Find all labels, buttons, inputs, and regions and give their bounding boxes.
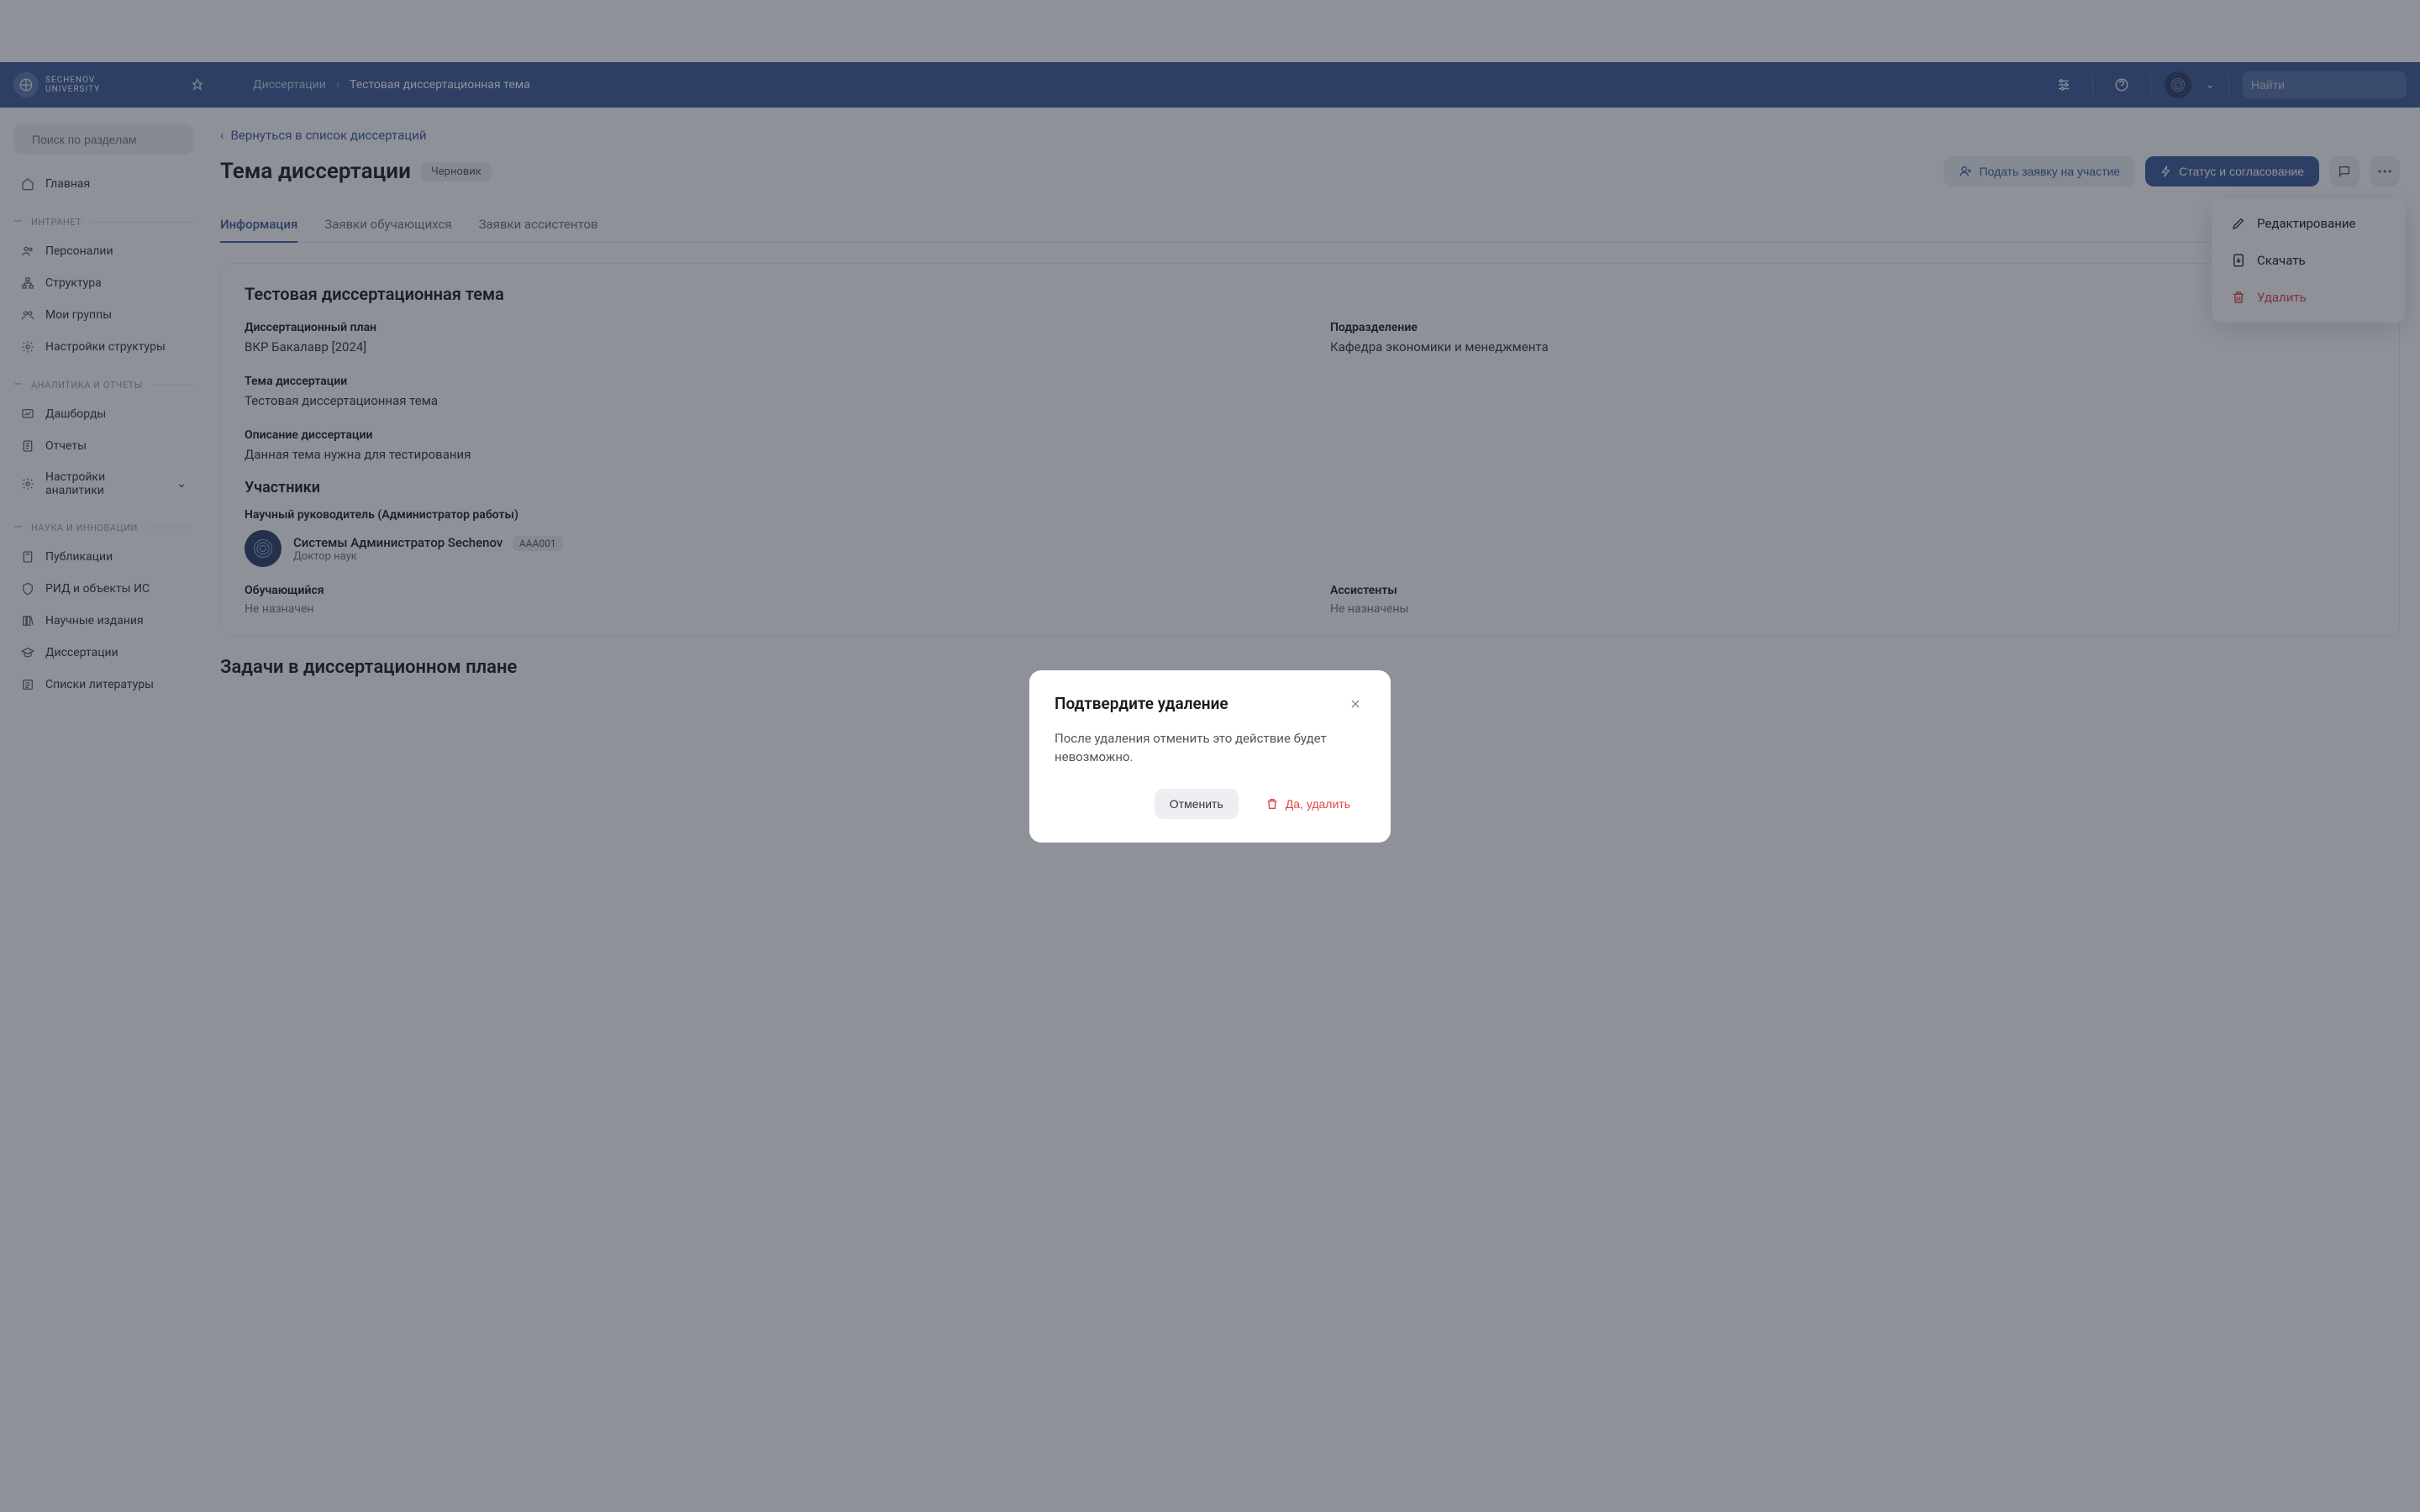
- confirm-delete-button[interactable]: Да, удалить: [1250, 789, 1365, 819]
- close-icon[interactable]: [1345, 694, 1365, 714]
- trash-icon: [1265, 797, 1279, 811]
- confirm-delete-modal: Подтвердите удаление После удаления отме…: [1029, 670, 1391, 843]
- modal-overlay[interactable]: Подтвердите удаление После удаления отме…: [0, 0, 2420, 1512]
- modal-body: После удаления отменить это действие буд…: [1055, 729, 1365, 767]
- cancel-button[interactable]: Отменить: [1155, 789, 1239, 819]
- modal-title: Подтвердите удаление: [1055, 694, 1228, 713]
